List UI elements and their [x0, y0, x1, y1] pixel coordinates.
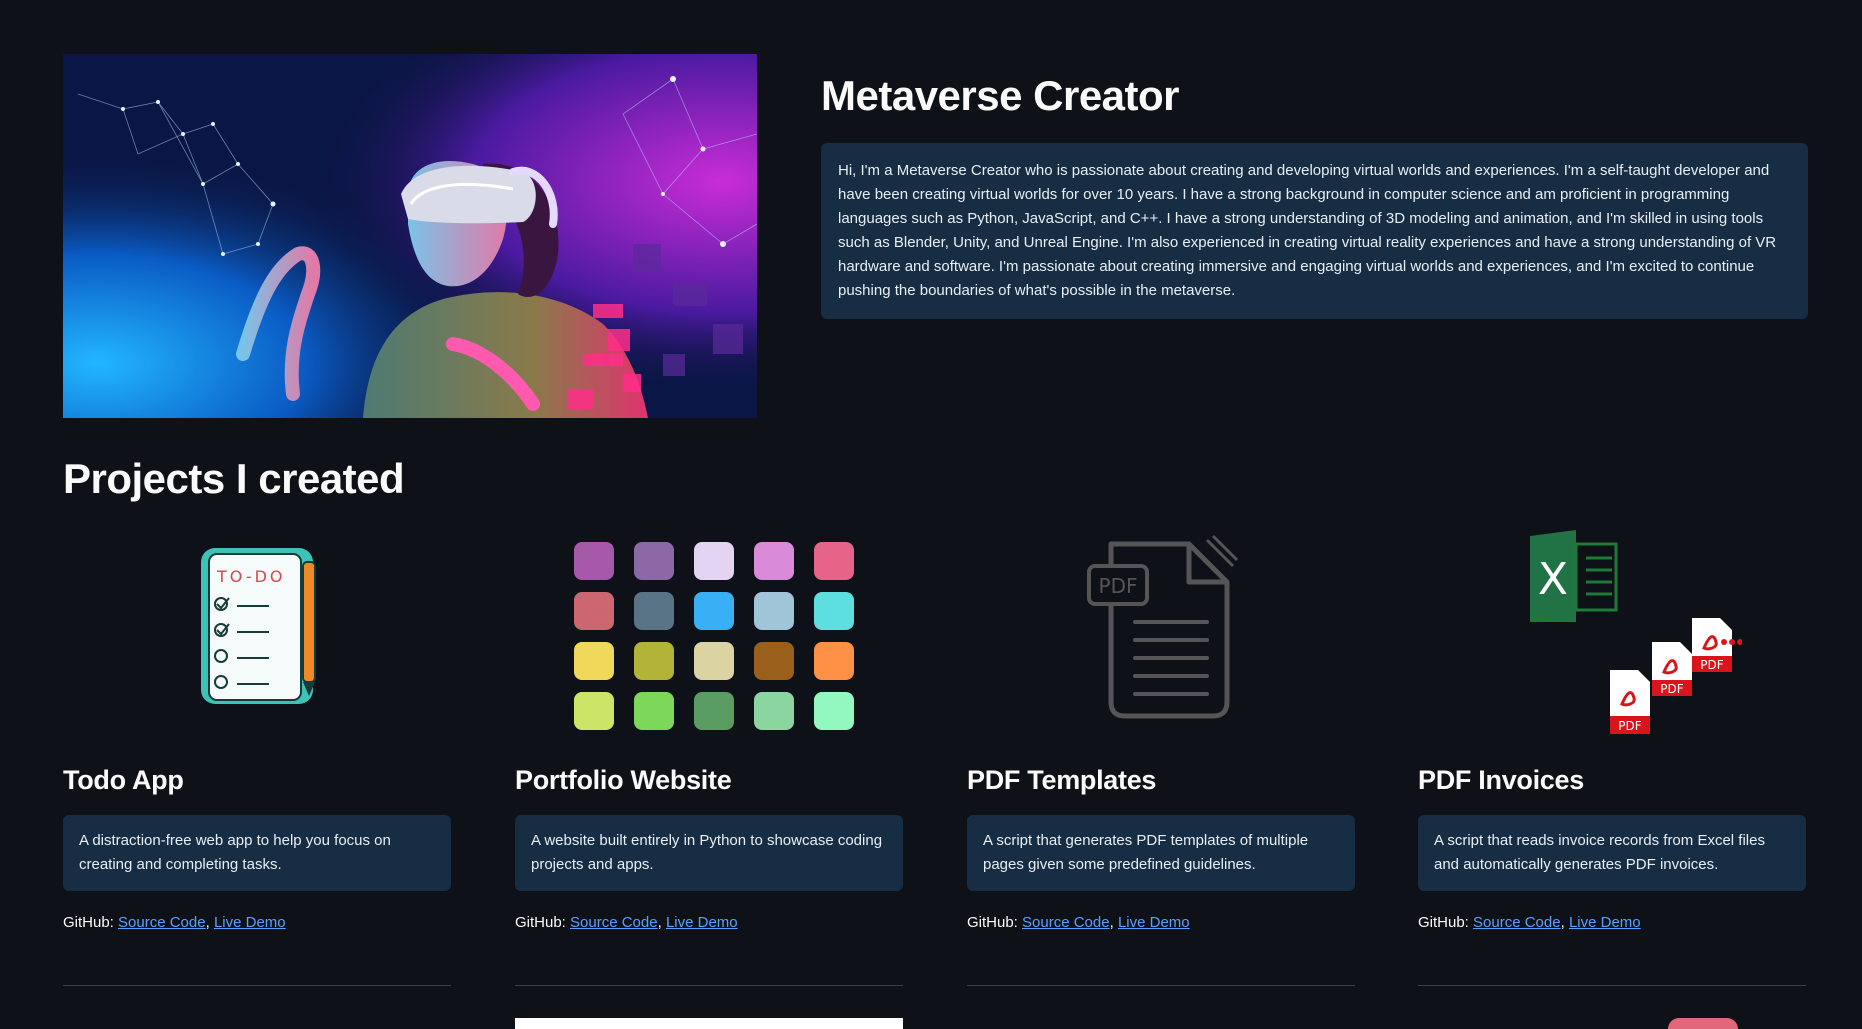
- color-swatch: [574, 592, 614, 630]
- hero-vr-image: [63, 54, 757, 418]
- project-links: GitHub: Source Code, Live Demo: [1418, 914, 1641, 931]
- github-label: GitHub:: [515, 914, 566, 931]
- color-swatch: [694, 542, 734, 580]
- link-separator: ,: [1560, 914, 1565, 931]
- project-title: Portfolio Website: [515, 765, 732, 795]
- color-swatch: [634, 692, 674, 730]
- project-links: GitHub: Source Code, Live Demo: [515, 914, 738, 931]
- pdf-label: PDF: [1099, 574, 1138, 598]
- live-demo-link[interactable]: Live Demo: [1569, 914, 1641, 931]
- color-swatch: [754, 692, 794, 730]
- color-swatch: [694, 592, 734, 630]
- color-swatch: [634, 592, 674, 630]
- github-label: GitHub:: [63, 914, 114, 931]
- excel-to-pdf-icon: X PDF PDF PDF: [1418, 530, 1806, 745]
- github-label: GitHub:: [1418, 914, 1469, 931]
- color-swatch: [634, 542, 674, 580]
- pdf-file-3: PDF: [1692, 618, 1732, 672]
- source-code-link[interactable]: Source Code: [570, 914, 658, 931]
- color-swatch: [694, 692, 734, 730]
- color-swatch: [754, 642, 794, 680]
- project-card-pdf-templates: PDF PDF Templates A script that generate…: [967, 530, 1355, 986]
- source-code-link[interactable]: Source Code: [118, 914, 206, 931]
- project-card-todo-app: TO-DO Todo App A distraction-free web ap…: [63, 530, 451, 986]
- project-description-text: A script that reads invoice records from…: [1434, 832, 1765, 873]
- project-card-pdf-invoices: X PDF PDF PDF PDF Invoices A script that…: [1418, 530, 1806, 986]
- more-dots-icon: [1721, 639, 1742, 645]
- project-card-portfolio-website: Portfolio Website A website built entire…: [515, 530, 903, 986]
- color-swatch: [574, 542, 614, 580]
- project-description: A website built entirely in Python to sh…: [515, 815, 903, 891]
- card-divider: [63, 985, 451, 986]
- todo-list-icon: TO-DO: [63, 530, 451, 745]
- link-separator: ,: [205, 914, 210, 931]
- card-divider: [967, 985, 1355, 986]
- pdf-file-2: PDF: [1652, 642, 1692, 696]
- svg-text:PDF: PDF: [1618, 719, 1641, 733]
- project-links: GitHub: Source Code, Live Demo: [967, 914, 1190, 931]
- project-description-text: A website built entirely in Python to sh…: [531, 832, 883, 873]
- project-description: A distraction-free web app to help you f…: [63, 815, 451, 891]
- github-label: GitHub:: [967, 914, 1018, 931]
- live-demo-link[interactable]: Live Demo: [666, 914, 738, 931]
- card-divider: [1418, 985, 1806, 986]
- color-swatch: [814, 692, 854, 730]
- live-demo-link[interactable]: Live Demo: [1118, 914, 1190, 931]
- pdf-document-icon: PDF: [967, 530, 1355, 745]
- source-code-link[interactable]: Source Code: [1473, 914, 1561, 931]
- svg-text:PDF: PDF: [1700, 658, 1723, 672]
- project-description: A script that reads invoice records from…: [1418, 815, 1806, 891]
- hero-title: Metaverse Creator: [821, 72, 1180, 119]
- project-description-text: A script that generates PDF templates of…: [983, 832, 1309, 873]
- svg-text:PDF: PDF: [1660, 682, 1683, 696]
- todo-header-label: TO-DO: [216, 567, 286, 586]
- bio-text: Hi, I'm a Metaverse Creator who is passi…: [838, 162, 1777, 299]
- project-links: GitHub: Source Code, Live Demo: [63, 914, 286, 931]
- card-divider: [515, 985, 903, 986]
- color-swatch: [754, 542, 794, 580]
- color-palette-icon: [515, 536, 903, 751]
- projects-heading: Projects I created: [63, 455, 405, 502]
- excel-letter: X: [1538, 554, 1568, 605]
- project-description: A script that generates PDF templates of…: [967, 815, 1355, 891]
- link-separator: ,: [657, 914, 662, 931]
- project-description-text: A distraction-free web app to help you f…: [79, 832, 391, 873]
- color-swatch: [814, 642, 854, 680]
- next-project-thumbnail: [1668, 1018, 1738, 1029]
- source-code-link[interactable]: Source Code: [1022, 914, 1110, 931]
- live-demo-link[interactable]: Live Demo: [214, 914, 286, 931]
- next-project-thumbnail: [515, 1018, 903, 1029]
- project-title: PDF Templates: [967, 765, 1157, 795]
- color-swatch: [814, 592, 854, 630]
- color-swatch: [754, 592, 794, 630]
- color-swatch: [574, 642, 614, 680]
- color-swatch: [634, 642, 674, 680]
- link-separator: ,: [1109, 914, 1114, 931]
- color-swatch: [694, 642, 734, 680]
- color-swatch: [814, 542, 854, 580]
- pdf-file-1: PDF: [1610, 670, 1650, 734]
- project-title: Todo App: [63, 765, 184, 795]
- color-swatch: [574, 692, 614, 730]
- project-title: PDF Invoices: [1418, 765, 1584, 795]
- bio-box: Hi, I'm a Metaverse Creator who is passi…: [821, 143, 1808, 319]
